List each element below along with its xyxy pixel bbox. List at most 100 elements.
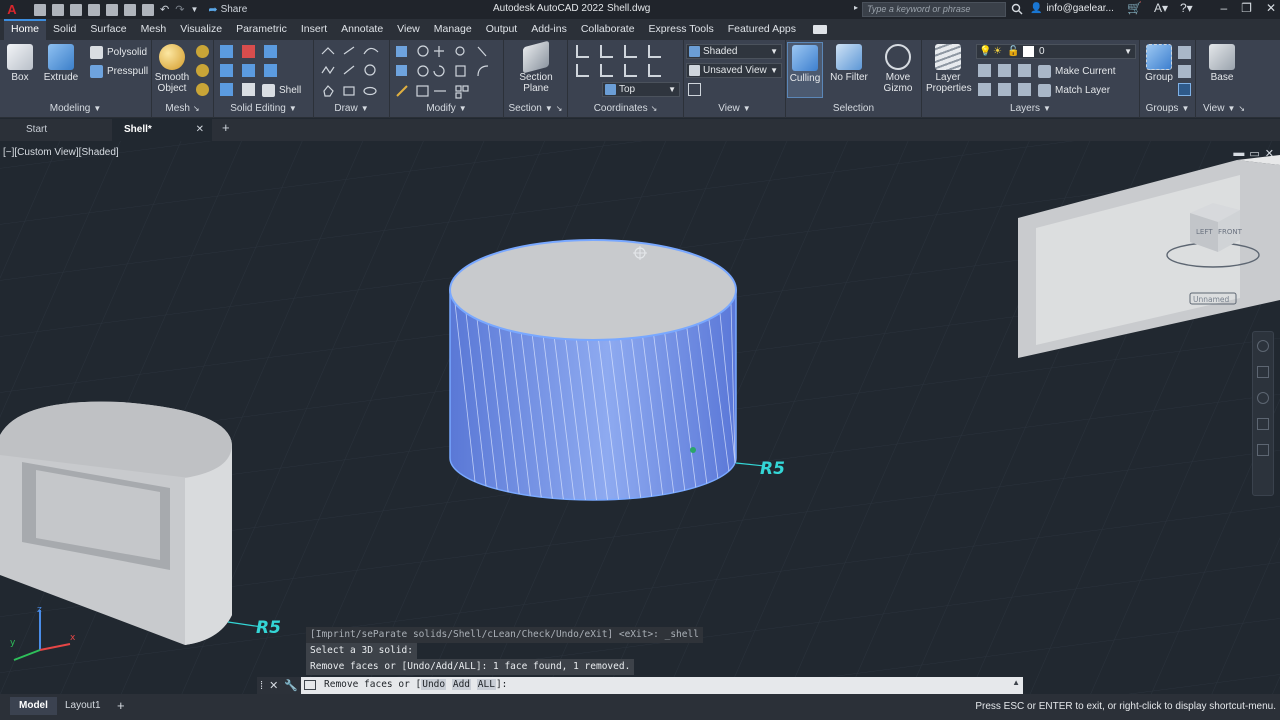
new-tab-button[interactable]: + (222, 120, 230, 135)
viewport-restore-icon[interactable]: ▭ (1249, 147, 1259, 160)
layer-tool-1-icon[interactable] (978, 64, 991, 77)
save-web-icon[interactable] (124, 3, 136, 16)
interfere-icon[interactable] (220, 83, 233, 96)
mesh-refine-icon[interactable] (196, 83, 209, 96)
draw-panel-title[interactable]: Draw ▼ (314, 102, 389, 116)
intersect-icon[interactable] (220, 64, 233, 77)
tab-insert[interactable]: Insert (294, 19, 334, 40)
help-icon[interactable]: ?▾ (1180, 1, 1193, 15)
shell-button[interactable]: Shell (262, 82, 301, 98)
named-view-select[interactable]: Unsaved View ▼ (686, 63, 782, 78)
redo-icon[interactable]: ↷ (175, 3, 184, 16)
mesh-smooth-less-icon[interactable] (196, 64, 209, 77)
modeling-panel-title[interactable]: Modeling ▼ (0, 102, 151, 116)
save-icon[interactable] (70, 3, 82, 16)
viewport-minimize-icon[interactable]: ▬ (1233, 147, 1244, 160)
tab-solid[interactable]: Solid (46, 19, 83, 40)
extrude-button[interactable]: Extrude (41, 44, 81, 83)
drawing-viewport[interactable]: R5 R5 z x y LEFT FRONT Unnamed [−][Custo… (0, 141, 1280, 694)
dimension-r5-right[interactable]: R5 (760, 459, 785, 479)
zoom-icon[interactable] (1257, 392, 1269, 404)
ucs-object-icon[interactable] (648, 45, 661, 58)
solid-editing-panel-title[interactable]: Solid Editing ▼ (214, 102, 313, 116)
print-icon[interactable] (142, 3, 154, 16)
tab-collaborate[interactable]: Collaborate (574, 19, 642, 40)
layer-tool-3-icon[interactable] (1018, 64, 1031, 77)
pan-icon[interactable] (1257, 366, 1269, 378)
layer-tool-4-icon[interactable] (978, 83, 991, 96)
close-tab-icon[interactable]: ✕ (196, 119, 204, 141)
slice-icon[interactable] (242, 64, 255, 77)
tab-express-tools[interactable]: Express Tools (642, 19, 721, 40)
coordinates-panel-title[interactable]: Coordinates ↘ (568, 102, 683, 116)
tab-visualize[interactable]: Visualize (173, 19, 229, 40)
ucs-view-icon[interactable] (576, 64, 589, 77)
recent-commands-icon[interactable] (304, 680, 316, 690)
tab-annotate[interactable]: Annotate (334, 19, 390, 40)
tab-output[interactable]: Output (479, 19, 525, 40)
tab-surface[interactable]: Surface (83, 19, 133, 40)
tab-layout1[interactable]: Layout1 (56, 697, 110, 715)
open-web-icon[interactable] (106, 3, 118, 16)
option-undo[interactable]: Undo (421, 679, 447, 690)
extract-edges-icon[interactable] (242, 83, 255, 96)
tab-shell-drawing[interactable]: Shell* ✕ (112, 119, 212, 141)
layer-tool-6-icon[interactable] (1018, 83, 1031, 96)
visual-style-select[interactable]: Shaded ▼ (686, 44, 782, 59)
modify-panel-title[interactable]: Modify ▼ (390, 102, 503, 116)
open-file-icon[interactable] (52, 3, 64, 16)
tab-view[interactable]: View (390, 19, 427, 40)
match-layer-button[interactable]: Match Layer (1038, 82, 1110, 98)
tab-featured-apps[interactable]: Featured Apps (721, 19, 803, 40)
subtract-icon[interactable] (242, 45, 255, 58)
tab-add-ins[interactable]: Add-ins (524, 19, 574, 40)
option-add[interactable]: Add (451, 679, 472, 690)
tab-mesh[interactable]: Mesh (134, 19, 174, 40)
smooth-object-button[interactable]: Smooth Object (152, 44, 192, 94)
ucs-x-icon[interactable] (600, 64, 613, 77)
make-current-button[interactable]: Make Current (1038, 63, 1116, 79)
section-plane-button[interactable]: Section Plane (516, 40, 556, 94)
polysolid-button[interactable]: Polysolid (90, 44, 147, 60)
search-input[interactable]: Type a keyword or phrase (862, 2, 1006, 17)
close-command-icon[interactable]: ✕ (269, 679, 278, 692)
viewport-controls-label[interactable]: [−][Custom View][Shaded] (3, 147, 119, 158)
dimension-r5-left[interactable]: R5 (256, 618, 281, 638)
search-expand-icon[interactable]: ▸ (854, 3, 858, 12)
customize-wrench-icon[interactable]: 🔧 (284, 679, 298, 692)
view-panel-title[interactable]: View ▼ (684, 102, 785, 116)
close-icon[interactable]: ✕ (1266, 1, 1276, 15)
restore-icon[interactable]: ❐ (1241, 1, 1252, 15)
base-view-button[interactable]: Base (1202, 44, 1242, 83)
fillet-edges-icon[interactable] (264, 64, 277, 77)
search-icon[interactable] (1011, 3, 1023, 15)
viewport-close-icon[interactable]: ✕ (1265, 147, 1274, 160)
save-as-icon[interactable] (88, 3, 100, 16)
ungroup-icon[interactable] (1178, 46, 1191, 59)
separate-icon[interactable] (264, 45, 277, 58)
share-button[interactable]: ➦ Share (208, 3, 247, 16)
layers-panel-title[interactable]: Layers ▼ (922, 102, 1139, 116)
presspull-button[interactable]: Presspull (90, 63, 148, 79)
cart-icon[interactable]: 🛒 (1127, 1, 1142, 15)
autodesk-app-icon[interactable]: A▾ (1154, 1, 1168, 15)
tab-parametric[interactable]: Parametric (229, 19, 294, 40)
shelled-cylinder[interactable] (449, 239, 737, 501)
minimize-icon[interactable]: ‒ (1220, 1, 1227, 15)
grip-point[interactable] (690, 447, 696, 453)
modify-tools-icons[interactable] (394, 44, 502, 100)
group-selection-icon[interactable] (1178, 83, 1191, 96)
command-line[interactable]: ⁞ ✕ 🔧 Remove faces or [Undo Add ALL]: ▲ (257, 677, 1023, 694)
viewcube-ucs-menu[interactable]: Unnamed (1193, 295, 1230, 304)
ucs-z-icon[interactable] (648, 64, 661, 77)
mesh-panel-title[interactable]: Mesh ↘ (152, 102, 213, 116)
layer-select[interactable]: 💡 ☀ 🔓 0 ▼ (976, 44, 1136, 59)
autocad-logo-icon[interactable]: A (4, 2, 20, 18)
ribbon-minimize-icon[interactable] (813, 25, 828, 34)
group-button[interactable]: Group (1142, 44, 1176, 83)
viewcube-left-label[interactable]: LEFT (1196, 228, 1213, 236)
showmotion-icon[interactable] (1257, 444, 1269, 456)
culling-button[interactable]: Culling (787, 42, 823, 98)
command-input[interactable]: Remove faces or [Undo Add ALL]: (324, 679, 507, 690)
no-filter-button[interactable]: No Filter (828, 44, 870, 83)
